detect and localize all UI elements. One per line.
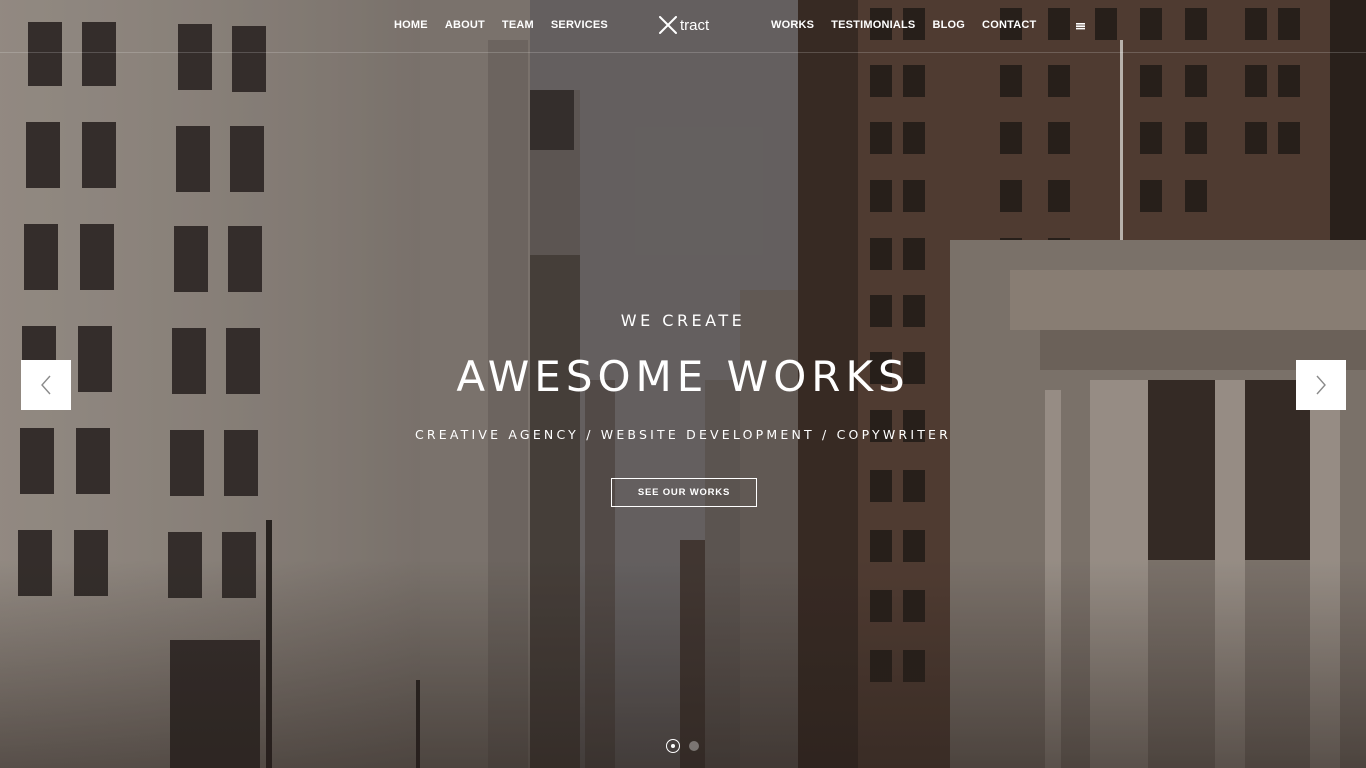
slider-pagination	[666, 739, 708, 753]
nav-item-testimonials[interactable]: TESTIMONIALS	[831, 19, 915, 31]
nav-item-works[interactable]: WORKS	[771, 19, 814, 31]
see-our-works-button[interactable]: SEE OUR WORKS	[611, 478, 757, 507]
logo-text: tract	[680, 16, 710, 34]
nav-right-group: WORKS TESTIMONIALS BLOG CONTACT	[771, 0, 1053, 50]
slider-dot-2[interactable]	[689, 741, 699, 751]
nav-item-contact[interactable]: CONTACT	[982, 19, 1036, 31]
hero-eyebrow: WE CREATE	[620, 311, 746, 330]
top-navigation: HOME ABOUT TEAM SERVICES tract WORKS TES…	[0, 0, 1366, 53]
slider-dot-1[interactable]	[666, 739, 680, 753]
x-logo-icon	[659, 16, 677, 34]
nav-left-group: HOME ABOUT TEAM SERVICES	[394, 0, 625, 50]
nav-item-services[interactable]: SERVICES	[551, 19, 608, 31]
slider-next-button[interactable]	[1296, 360, 1346, 410]
chevron-right-icon	[1316, 375, 1326, 395]
slider-prev-button[interactable]	[21, 360, 71, 410]
site-logo[interactable]: tract	[658, 14, 709, 36]
hero-headline: AWESOME WORKS	[456, 352, 910, 401]
nav-item-blog[interactable]: BLOG	[932, 19, 965, 31]
chevron-left-icon	[41, 375, 51, 395]
nav-item-team[interactable]: TEAM	[502, 19, 534, 31]
nav-item-about[interactable]: ABOUT	[445, 19, 485, 31]
nav-item-home[interactable]: HOME	[394, 19, 428, 31]
hamburger-menu-icon[interactable]	[1074, 19, 1088, 33]
hero-subline: CREATIVE AGENCY / WEBSITE DEVELOPMENT / …	[414, 427, 952, 442]
